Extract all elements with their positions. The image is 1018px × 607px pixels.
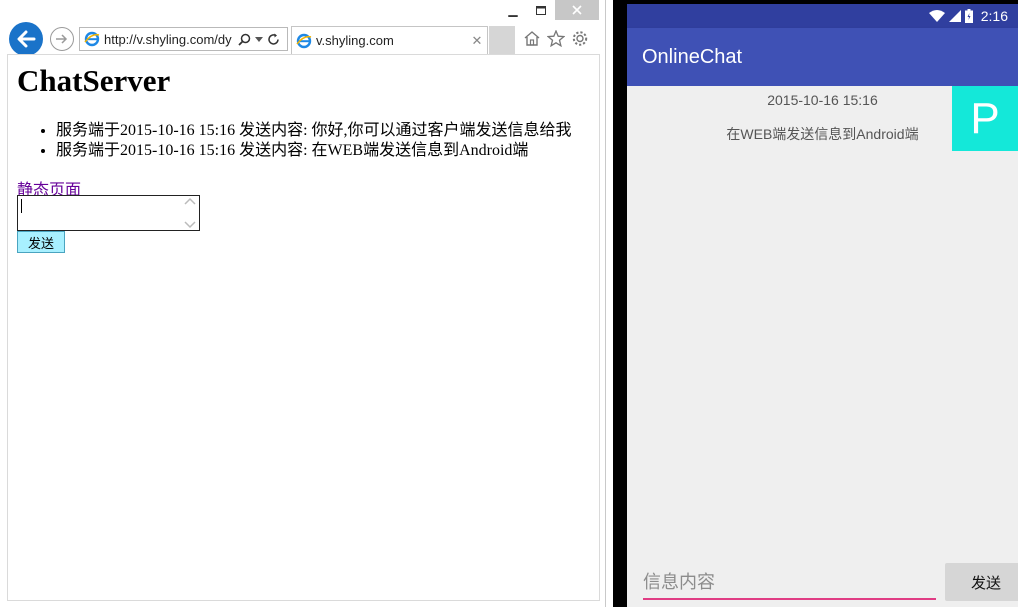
back-button[interactable]	[9, 22, 43, 56]
android-send-button[interactable]: 发送	[945, 563, 1018, 601]
new-tab-button[interactable]	[489, 26, 515, 54]
wifi-icon	[928, 10, 945, 22]
tab-close-icon[interactable]: ✕	[467, 33, 487, 49]
app-bar: OnlineChat	[627, 28, 1018, 86]
status-time: 2:16	[980, 8, 1008, 24]
message-textarea[interactable]	[17, 195, 200, 231]
settings-gear-icon[interactable]	[571, 30, 589, 47]
list-item: 服务端于2015-10-16 15:16 发送内容: 在WEB端发送信息到And…	[56, 141, 572, 161]
page-title: ChatServer	[17, 63, 171, 98]
chat-area: 2015-10-16 15:16 在WEB端发送信息到Android端 P 信息…	[627, 86, 1018, 607]
toolbar-icons	[523, 30, 589, 47]
web-page: ChatServer 服务端于2015-10-16 15:16 发送内容: 你好…	[7, 54, 600, 601]
scroll-up-icon[interactable]	[184, 197, 196, 205]
browser-window: ▁ http://v.shyling.com/dy v.shyling.com …	[0, 0, 606, 607]
close-button[interactable]	[555, 0, 599, 20]
android-screen: 2:16 OnlineChat 2015-10-16 15:16 在WEB端发送…	[613, 0, 1018, 607]
list-item: 服务端于2015-10-16 15:16 发送内容: 你好,你可以通过客户端发送…	[56, 121, 572, 141]
tab-ie-icon	[296, 33, 312, 48]
scroll-down-icon[interactable]	[184, 221, 196, 229]
home-icon[interactable]	[523, 30, 541, 47]
address-bar[interactable]: http://v.shyling.com/dy	[79, 27, 288, 51]
signal-icon	[948, 10, 961, 22]
tab-title: v.shyling.com	[316, 33, 394, 48]
status-bar: 2:16	[627, 4, 1018, 28]
navigation-bar: http://v.shyling.com/dy v.shyling.com ✕	[0, 22, 606, 56]
dropdown-icon[interactable]	[255, 36, 263, 42]
forward-arrow-icon	[56, 34, 68, 44]
forward-button[interactable]	[50, 27, 74, 51]
browser-tab[interactable]: v.shyling.com ✕	[291, 26, 488, 54]
maximize-icon	[536, 5, 546, 15]
search-icon[interactable]	[238, 33, 251, 46]
avatar: P	[952, 86, 1018, 151]
message-input[interactable]: 信息内容	[643, 564, 936, 600]
textarea-scrollbar[interactable]	[183, 197, 197, 229]
status-icons	[928, 9, 973, 23]
minimize-button[interactable]: ▁	[499, 0, 527, 20]
send-button[interactable]: 发送	[17, 231, 65, 253]
favorites-star-icon[interactable]	[547, 30, 565, 47]
message-list: 服务端于2015-10-16 15:16 发送内容: 你好,你可以通过客户端发送…	[40, 121, 572, 161]
window-controls: ▁	[499, 0, 599, 20]
ie-logo-icon	[84, 31, 100, 47]
refresh-icon[interactable]	[267, 33, 280, 46]
close-icon	[572, 5, 582, 15]
address-text[interactable]: http://v.shyling.com/dy	[104, 32, 236, 47]
back-arrow-icon	[17, 30, 36, 48]
battery-icon	[964, 9, 973, 23]
text-caret	[21, 199, 22, 213]
maximize-button[interactable]	[527, 0, 555, 20]
app-title: OnlineChat	[642, 45, 743, 68]
